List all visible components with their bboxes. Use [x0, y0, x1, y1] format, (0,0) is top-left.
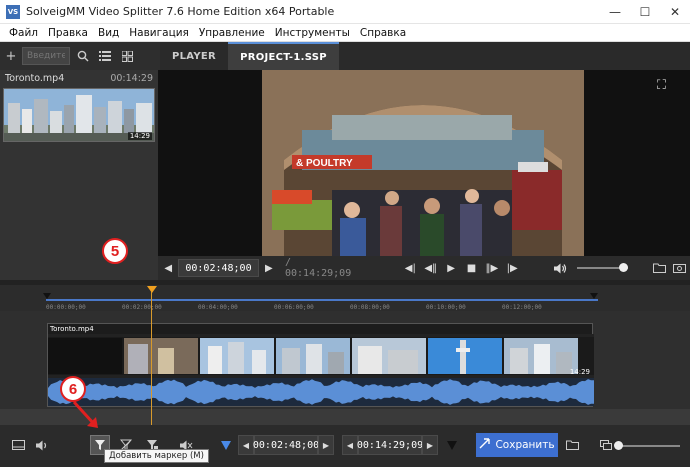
in-time-next-button[interactable]: ▶ — [318, 435, 334, 455]
grid-view-icon[interactable] — [116, 45, 138, 67]
save-button[interactable]: Сохранить — [476, 433, 558, 457]
menu-file[interactable]: Файл — [4, 27, 43, 39]
menu-control[interactable]: Управление — [194, 27, 270, 39]
out-time-next-button[interactable]: ▶ — [422, 435, 438, 455]
timeline-tracks: Toronto.mp4 14:29 — [0, 311, 690, 409]
selection-range-line — [46, 299, 598, 301]
tick-label: 00:10:00;00 — [426, 304, 466, 311]
volume-slider[interactable] — [576, 263, 629, 272]
video-clip[interactable]: Toronto.mp4 14:29 — [47, 323, 594, 407]
zoom-slider[interactable] — [616, 445, 680, 447]
tick-label: 00:00:00;00 — [46, 304, 86, 311]
tab-bar: PLAYER PROJECT-1.SSP — [160, 42, 690, 70]
market-video-image: & POULTRY — [262, 70, 584, 256]
library-item-header: Toronto.mp4 00:14:29 — [0, 70, 158, 87]
tab-player[interactable]: PLAYER — [160, 42, 228, 70]
title-bar: VS SolveigMM Video Splitter 7.6 Home Edi… — [0, 0, 690, 24]
save-button-label: Сохранить — [495, 439, 555, 451]
app-body: + PLAYER PROJECT-1.SSP Toronto.mp4 00:14… — [0, 42, 690, 467]
filmstrip-image — [48, 334, 594, 378]
thumbnail-duration: 14:29 — [127, 132, 152, 140]
search-icon[interactable] — [72, 45, 94, 67]
app-logo-icon: VS — [6, 4, 20, 19]
go-to-end-icon[interactable]: |▶ — [502, 258, 522, 278]
total-time-display: / 00:14:29;09 — [284, 257, 352, 279]
in-time-prev-button[interactable]: ◀ — [238, 435, 254, 455]
go-to-start-icon[interactable]: ◀| — [400, 258, 420, 278]
library-file-name: Toronto.mp4 — [5, 73, 65, 84]
menu-bar: Файл Правка Вид Навигация Управление Инс… — [0, 24, 690, 42]
tab-project[interactable]: PROJECT-1.SSP — [228, 42, 339, 70]
save-icon — [479, 438, 491, 452]
out-time-prev-button[interactable]: ◀ — [342, 435, 358, 455]
window-title: SolveigMM Video Splitter 7.6 Home Editio… — [26, 5, 335, 18]
next-frame-icon[interactable]: ‖▶ — [482, 258, 502, 278]
volume-icon[interactable] — [550, 258, 570, 278]
playhead-handle[interactable] — [147, 286, 157, 293]
tick-label: 00:06:00;00 — [274, 304, 314, 311]
list-view-icon[interactable] — [94, 45, 116, 67]
tick-label: 00:08:00;00 — [350, 304, 390, 311]
clip-filmstrip — [48, 334, 594, 378]
library-file-duration: 00:14:29 — [110, 73, 153, 84]
volume-slider-knob[interactable] — [619, 263, 629, 272]
poultry-sign: & POULTRY — [296, 158, 353, 169]
menu-edit[interactable]: Правка — [43, 27, 93, 39]
tick-label: 00:12:00;00 — [502, 304, 542, 311]
add-marker-tooltip: Добавить маркер (M) — [104, 449, 209, 463]
play-icon[interactable]: ▶ — [441, 258, 461, 278]
search-input[interactable] — [22, 47, 70, 65]
timeline-ruler[interactable]: 00:00:00;00 00:02:00;00 00:04:00;00 00:0… — [0, 285, 690, 311]
menu-tools[interactable]: Инструменты — [270, 27, 355, 39]
annotation-arrow — [72, 400, 98, 428]
out-marker-icon[interactable] — [442, 435, 462, 455]
player-controls: ◀ 00:02:48;00 ▶ / 00:14:29;09 ◀| ◀‖ ▶ ■ … — [158, 256, 690, 280]
prev-frame-icon[interactable]: ◀‖ — [420, 258, 440, 278]
in-marker-icon[interactable] — [216, 435, 236, 455]
close-button[interactable]: ✕ — [660, 0, 690, 24]
menu-help[interactable]: Справка — [355, 27, 411, 39]
menu-view[interactable]: Вид — [93, 27, 124, 39]
toggle-video-track-icon[interactable] — [8, 435, 28, 455]
menu-navigation[interactable]: Навигация — [124, 27, 194, 39]
current-time-display[interactable]: 00:02:48;00 — [178, 259, 259, 277]
marker-in-time[interactable]: 00:02:48;00 — [253, 435, 319, 455]
toggle-audio-icon[interactable] — [32, 435, 52, 455]
video-frame[interactable]: & POULTRY — [262, 70, 584, 256]
video-player: & POULTRY ⛶ — [158, 70, 690, 256]
zoom-timeline-icon[interactable] — [596, 435, 616, 455]
add-file-icon[interactable]: + — [0, 45, 22, 67]
step-badge-5: 5 — [102, 238, 128, 264]
maximize-button[interactable]: ☐ — [630, 0, 660, 24]
library-toolbar: + — [0, 42, 160, 70]
library-thumbnail[interactable]: 14:29 — [3, 88, 155, 142]
next-frame-small-icon[interactable]: ▶ — [259, 258, 279, 278]
output-folder-icon[interactable] — [562, 435, 582, 455]
zoom-slider-knob[interactable] — [614, 441, 623, 450]
clip-duration: 14:29 — [569, 368, 590, 376]
tick-label: 00:04:00;00 — [198, 304, 238, 311]
marker-out-time[interactable]: 00:14:29;09 — [357, 435, 423, 455]
open-folder-icon[interactable] — [649, 258, 669, 278]
minimize-button[interactable]: — — [600, 0, 630, 24]
step-badge-6: 6 — [60, 376, 86, 402]
audio-waveform — [48, 378, 594, 406]
crop-icon[interactable]: ⛶ — [657, 78, 666, 93]
stop-icon[interactable]: ■ — [461, 258, 481, 278]
prev-frame-small-icon[interactable]: ◀ — [158, 258, 178, 278]
media-library: Toronto.mp4 00:14:29 14:29 — [0, 70, 158, 280]
clip-name: Toronto.mp4 — [50, 325, 94, 333]
snapshot-icon[interactable] — [670, 258, 690, 278]
tick-label: 00:02:00;00 — [122, 304, 162, 311]
